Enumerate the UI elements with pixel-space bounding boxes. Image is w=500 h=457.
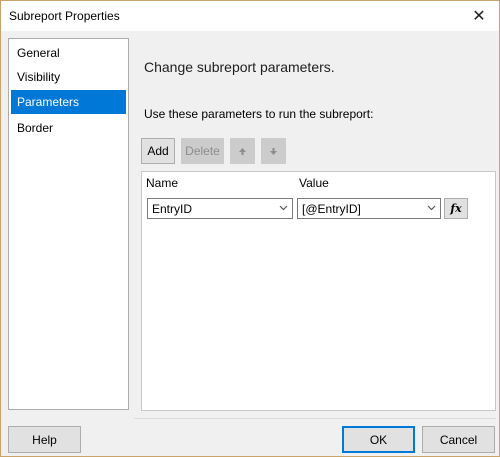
add-button[interactable]: Add	[141, 138, 175, 164]
sidebar-item-visibility[interactable]: Visibility	[11, 65, 126, 89]
sidebar-item-general[interactable]: General	[11, 41, 126, 65]
move-up-arrow-icon	[239, 147, 246, 155]
parameter-value-value: [@EntryID]	[302, 202, 361, 216]
chevron-down-icon	[277, 201, 289, 215]
instruction-text: Use these parameters to run the subrepor…	[144, 107, 374, 121]
expression-button[interactable]: fx	[444, 198, 468, 219]
window-title: Subreport Properties	[9, 9, 120, 23]
sidebar-nav: General Visibility Parameters Border	[8, 38, 129, 410]
column-header-name: Name	[146, 176, 179, 190]
chevron-down-icon	[425, 201, 437, 215]
column-header-value: Value	[299, 176, 329, 190]
move-down-arrow-icon	[270, 147, 277, 155]
parameter-value-combobox[interactable]: [@EntryID]	[297, 198, 441, 219]
title-bar: Subreport Properties ✕	[1, 1, 499, 31]
sidebar-item-border[interactable]: Border	[11, 116, 126, 140]
cancel-button[interactable]: Cancel	[422, 426, 495, 453]
footer-divider	[134, 418, 496, 419]
parameter-name-value: EntryID	[152, 202, 193, 216]
page-heading: Change subreport parameters.	[144, 59, 335, 75]
help-button[interactable]: Help	[8, 426, 81, 453]
move-up-button[interactable]	[230, 138, 255, 164]
parameter-name-combobox[interactable]: EntryID	[147, 198, 293, 219]
delete-button[interactable]: Delete	[181, 138, 224, 164]
sidebar-item-parameters[interactable]: Parameters	[11, 90, 126, 114]
ok-button[interactable]: OK	[342, 426, 415, 453]
subreport-properties-dialog: Subreport Properties ✕ General Visibilit…	[0, 0, 500, 457]
close-icon: ✕	[472, 8, 486, 25]
close-button[interactable]: ✕	[459, 1, 499, 31]
function-fx-icon: fx	[450, 202, 462, 215]
parameters-grid: Name Value EntryID [@EntryID] fx	[141, 171, 496, 411]
move-down-button[interactable]	[261, 138, 286, 164]
